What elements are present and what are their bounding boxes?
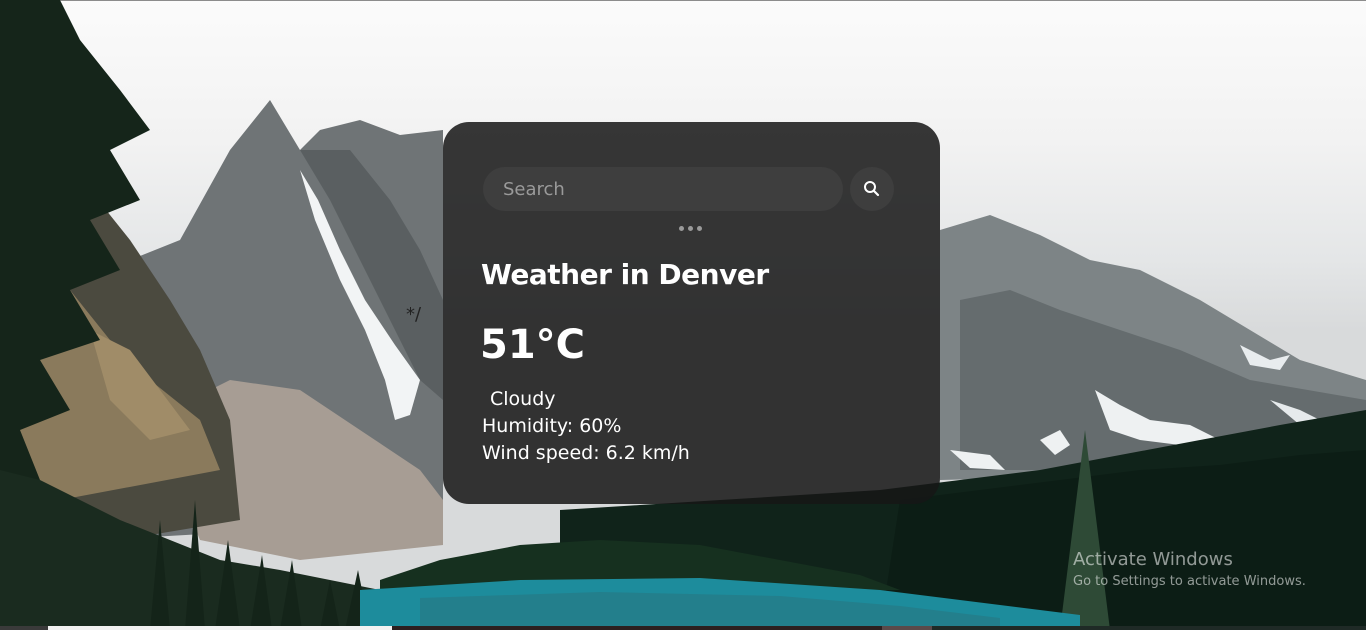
watermark-title: Activate Windows	[1073, 549, 1233, 570]
watermark-subtitle: Go to Settings to activate Windows.	[1073, 574, 1306, 589]
stray-text: */	[406, 304, 422, 325]
weather-description: Cloudy	[482, 388, 556, 410]
city-title: Weather in Denver	[481, 258, 769, 291]
search-button[interactable]	[850, 167, 894, 211]
weather-icon	[482, 404, 490, 405]
temperature: 51°C	[480, 322, 586, 368]
search-icon	[864, 181, 880, 197]
loading-dots	[679, 226, 705, 232]
humidity: Humidity: 60%	[482, 415, 622, 437]
description-text: Cloudy	[490, 388, 556, 410]
weather-card: Weather in Denver 51°C Cloudy Humidity: …	[443, 122, 940, 504]
search-input[interactable]	[483, 167, 843, 211]
wind-speed: Wind speed: 6.2 km/h	[482, 442, 690, 464]
activate-windows-watermark: Activate Windows Go to Settings to activ…	[1073, 549, 1306, 589]
background-landscape: */ Weather in Denver 51°C Cloudy Humidit…	[0, 0, 1366, 630]
taskbar-edge	[0, 626, 1366, 630]
